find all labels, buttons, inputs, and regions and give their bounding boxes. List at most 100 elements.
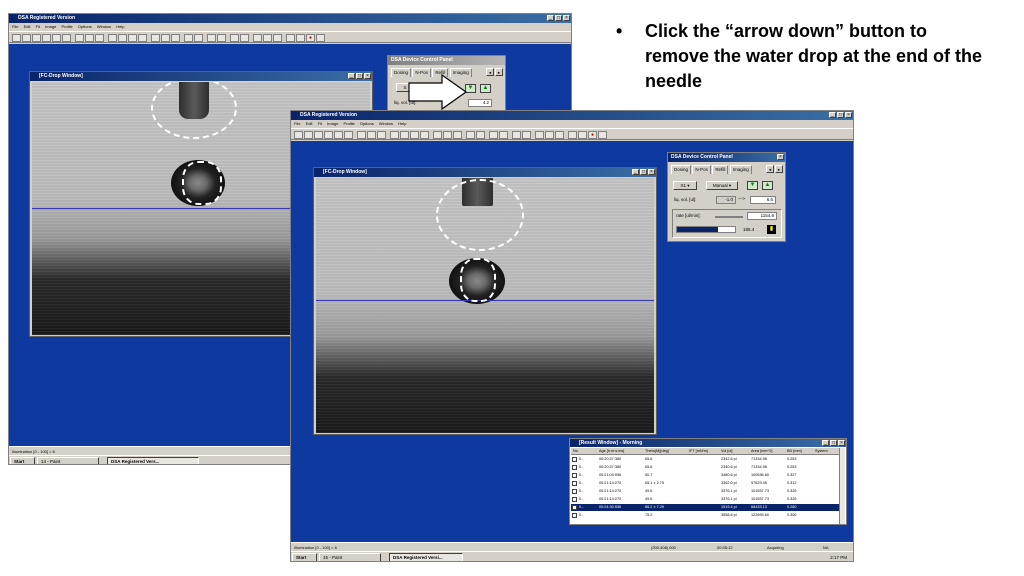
menu-edit[interactable]: Edit [306,121,313,126]
vol-target-field[interactable]: 6.6 [750,196,776,204]
menu-options[interactable]: Options [360,121,374,126]
col-header[interactable]: System [815,448,841,455]
stop-dosing-icon[interactable]: ▮ [767,225,776,234]
tool-button[interactable] [118,34,127,42]
dose-mode-dropdown[interactable]: S1 ▾ [673,181,697,190]
menu-profile[interactable]: Profile [61,24,72,29]
tool-button[interactable] [22,34,31,42]
col-header[interactable]: No. [573,448,589,455]
tab-refill[interactable]: Refill [712,165,729,174]
maximize-icon[interactable]: □ [356,73,363,79]
tool-button[interactable] [433,131,442,139]
record-icon[interactable]: ● [306,34,315,42]
start-button[interactable]: Start [10,457,35,464]
menu-help[interactable]: Help [398,121,406,126]
tool-button[interactable] [108,34,117,42]
scroll-left-icon[interactable]: ◂ [766,165,774,173]
scroll-right-icon[interactable]: ▸ [495,68,503,76]
table-row[interactable]: 0... 00:21:14:270 65.1 ± 2.75 3362.0 pl 9762… [571,480,839,487]
col-header[interactable]: Age [h:m:s:ms] [599,448,649,455]
row-checkbox[interactable] [572,465,577,470]
tool-button[interactable] [32,34,41,42]
menu-image[interactable]: Image [327,121,338,126]
tool-button[interactable] [499,131,508,139]
minimize-icon[interactable]: _ [547,15,554,21]
tool-button[interactable] [443,131,452,139]
tool-button[interactable] [194,34,203,42]
tool-button[interactable] [12,34,21,42]
tool-button[interactable] [377,131,386,139]
minimize-icon[interactable]: _ [348,73,355,79]
tool-button[interactable] [316,34,325,42]
menu-edit[interactable]: Edit [24,24,31,29]
tool-button[interactable] [357,131,366,139]
tool-button[interactable] [286,34,295,42]
row-checkbox[interactable] [572,497,577,502]
tool-button[interactable] [230,34,239,42]
close-icon[interactable]: × [563,15,570,21]
maximize-icon[interactable]: □ [837,112,844,118]
tool-button[interactable] [512,131,521,139]
tool-button[interactable] [489,131,498,139]
vol-target-field[interactable]: 4.2 [468,99,492,107]
menu-file[interactable]: File [294,121,300,126]
menu-image[interactable]: Image [45,24,56,29]
minimize-icon[interactable]: _ [829,112,836,118]
close-icon[interactable]: × [838,440,845,446]
rate-slider[interactable] [715,216,743,218]
row-checkbox[interactable] [572,489,577,494]
tool-button[interactable] [95,34,104,42]
taskbar-item-paint[interactable]: 14 - Paint [37,457,99,464]
tool-button[interactable] [314,131,323,139]
tool-button[interactable] [324,131,333,139]
tool-button[interactable] [344,131,353,139]
menu-file[interactable]: File [12,24,18,29]
tool-button[interactable] [476,131,485,139]
tool-button[interactable] [161,34,170,42]
mode-dropdown[interactable]: Manual ▾ [706,181,738,190]
close-icon[interactable]: × [777,154,784,160]
arrow-up-icon[interactable]: ▲ [480,84,491,93]
close-icon[interactable]: × [845,112,852,118]
minimize-icon[interactable]: _ [632,169,639,175]
menu-fit[interactable]: Fit [36,24,40,29]
tool-button[interactable] [42,34,51,42]
minimize-icon[interactable]: _ [822,440,829,446]
record-icon[interactable]: ● [588,131,597,139]
tool-button[interactable] [535,131,544,139]
tab-dosing[interactable]: Dosing [671,165,692,174]
tool-button[interactable] [75,34,84,42]
tool-button[interactable] [367,131,376,139]
table-row[interactable]: 0... 00:20:37:360 65.6 2340.6 pl 71334.98 0.2… [571,464,839,471]
close-icon[interactable]: × [364,73,371,79]
tool-button[interactable] [568,131,577,139]
maximize-icon[interactable]: □ [555,15,562,21]
tool-button[interactable] [390,131,399,139]
tool-button[interactable] [296,34,305,42]
table-row[interactable]: 0... 00:21:04:096 50.7 3480.6 pl 100536.60 0.… [571,472,839,479]
col-header[interactable]: IFT [mN/m] [689,448,719,455]
tool-button[interactable] [128,34,137,42]
maximize-icon[interactable]: □ [640,169,647,175]
taskbar-item-dsa[interactable]: DSA Registered Versi... [389,553,463,561]
tool-button[interactable] [420,131,429,139]
tool-button[interactable] [52,34,61,42]
tool-button[interactable] [400,131,409,139]
menu-fit[interactable]: Fit [318,121,322,126]
tool-button[interactable] [294,131,303,139]
tool-button[interactable] [263,34,272,42]
taskbar-item-paint[interactable]: 15 - Paint [319,553,381,561]
tool-button[interactable] [410,131,419,139]
tool-button[interactable] [217,34,226,42]
tool-button[interactable] [62,34,71,42]
tool-button[interactable] [598,131,607,139]
menu-options[interactable]: Options [78,24,92,29]
tool-button[interactable] [578,131,587,139]
tool-button[interactable] [545,131,554,139]
tool-button[interactable] [240,34,249,42]
menu-window[interactable]: Window [379,121,393,126]
close-icon[interactable]: × [648,169,655,175]
tool-button[interactable] [207,34,216,42]
row-checkbox[interactable] [572,473,577,478]
tool-button[interactable] [273,34,282,42]
